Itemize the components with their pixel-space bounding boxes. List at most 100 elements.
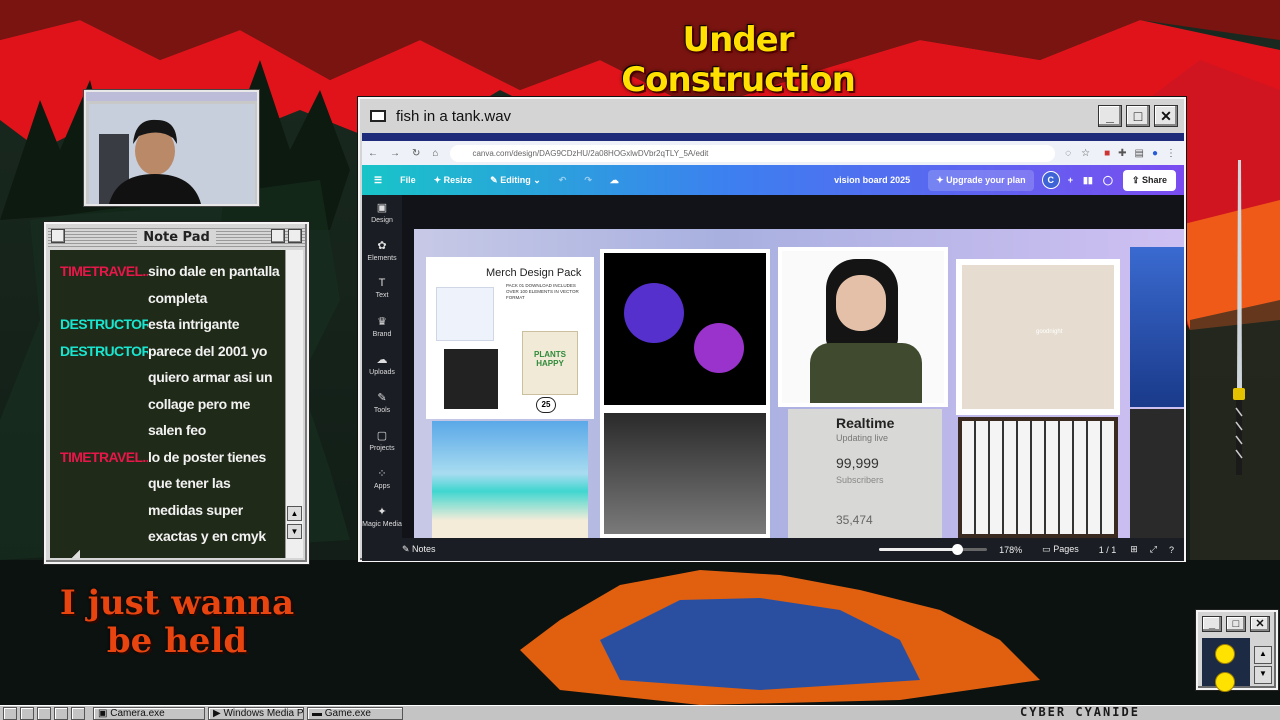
share-label: Share	[1141, 174, 1167, 185]
camera-window[interactable]	[84, 90, 259, 206]
resize-button[interactable]: ✦ Resize	[434, 175, 473, 186]
sidebar-item-brand[interactable]: ♛ Brand	[362, 309, 402, 347]
redo-icon[interactable]: ↷	[584, 175, 592, 186]
chat-username[interactable]: DESTRUCTOR...	[60, 311, 148, 338]
sidebar-item-elements[interactable]: ✿ Elements	[362, 233, 402, 271]
hamburger-menu-icon[interactable]: ☰	[374, 175, 382, 186]
editing-label: Editing	[500, 174, 531, 185]
chat-scrollbar[interactable]: ▲ ▼	[285, 250, 303, 558]
taskbar-camera[interactable]: ▣ Camera.exe	[93, 706, 205, 720]
plants-happy-text: PLANTS HAPPY	[534, 350, 566, 368]
taskbar-media-player[interactable]: ▶ Windows Media Pla	[208, 706, 304, 720]
chat-messages: TIMETRAVEL... sino dale en pantalla compl…	[60, 258, 286, 550]
camera-titlebar[interactable]	[86, 92, 257, 101]
widget-scroll-up-icon[interactable]: ▲	[1254, 646, 1272, 664]
taskbar-camera-label: Camera.exe	[110, 707, 165, 719]
comment-icon[interactable]: ◯	[1103, 175, 1113, 186]
reload-icon[interactable]: ↻	[412, 148, 420, 159]
browser-menu-icon[interactable]: ⋮	[1166, 148, 1176, 159]
document-title[interactable]: vision board 2025	[834, 175, 910, 185]
upgrade-plan-button[interactable]: ✦ Upgrade your plan	[928, 169, 1034, 191]
fullscreen-icon[interactable]: ⤢	[1150, 544, 1157, 555]
taskbar-game[interactable]: ▬ Game.exe	[307, 706, 403, 720]
chat-username[interactable]: DESTRUCTOR...	[60, 338, 148, 444]
minimize-button[interactable]: _	[1098, 105, 1122, 127]
sidebar-item-design[interactable]: ▣ Design	[362, 195, 402, 233]
chat-message: DESTRUCTOR...esta intrigante	[60, 311, 286, 338]
window-titlebar[interactable]: fish in a tank.wav _ □ ✕	[360, 99, 1184, 133]
sidebar-item-label: Elements	[367, 255, 397, 262]
sidebar-item-tools[interactable]: ✎ Tools	[362, 385, 402, 423]
sidebar-item-text[interactable]: T Text	[362, 271, 402, 309]
neon-shoes-image	[600, 249, 770, 409]
merch-design-card[interactable]: Merch Design Pack PACK 01 DOWNLOAD INCLU…	[426, 257, 594, 419]
taskbar-media-label: Windows Media Pla	[223, 707, 304, 719]
chat-username[interactable]: TIMETRAVEL...	[60, 444, 148, 550]
avatar[interactable]: C	[1041, 171, 1060, 189]
zoom-level[interactable]: 178%	[999, 545, 1022, 555]
home-icon[interactable]: ⌂	[432, 148, 438, 159]
system-menu-button[interactable]	[51, 229, 65, 243]
resize-grip-icon[interactable]	[60, 550, 80, 558]
sidebar-item-projects[interactable]: ▢ Projects	[362, 423, 402, 461]
tab-strip[interactable]	[362, 133, 1184, 141]
scroll-up-icon[interactable]: ▲	[287, 506, 302, 521]
start-icon[interactable]	[3, 706, 17, 720]
close-button[interactable]: ✕	[1154, 105, 1178, 127]
profile-icon[interactable]: ●	[1152, 148, 1158, 159]
note-pad-title: Note Pad	[137, 229, 216, 245]
beach-palm-image	[432, 421, 588, 538]
undo-icon[interactable]: ↶	[559, 175, 567, 186]
share-button[interactable]: ⇪ Share	[1122, 169, 1176, 191]
chat-message: DESTRUCTOR...parece del 2001 yo quiero a…	[60, 338, 286, 444]
grid-view-icon[interactable]: ⊞	[1130, 544, 1138, 555]
canvas-stage: Merch Design Pack PACK 01 DOWNLOAD INCLU…	[402, 195, 1184, 538]
browser-window[interactable]: fish in a tank.wav _ □ ✕ ← → ↻ ⌂ canva.c…	[358, 97, 1186, 562]
url-input[interactable]: canva.com/design/DAG9CDzHU/2a08HOGxlwDVb…	[450, 144, 1056, 162]
sidebar-item-apps[interactable]: ⁘ Apps	[362, 461, 402, 499]
ocean-image	[1130, 247, 1184, 407]
forward-icon[interactable]: →	[390, 148, 400, 159]
note-pad-titlebar[interactable]: Note Pad	[48, 226, 305, 248]
vision-board-canvas[interactable]: Merch Design Pack PACK 01 DOWNLOAD INCLU…	[414, 229, 1184, 538]
sidebar-item-uploads[interactable]: ☁ Uploads	[362, 347, 402, 385]
note-pad-window[interactable]: Note Pad TIMETRAVEL... sino dale en panta…	[44, 222, 309, 564]
widget-close-button[interactable]: ✕	[1250, 616, 1270, 632]
maximize-button[interactable]: □	[1126, 105, 1150, 127]
pages-button[interactable]: ▭ Pages	[1042, 544, 1079, 555]
sidebar-item-magic-media[interactable]: ✦ Magic Media	[362, 499, 402, 537]
quicklaunch-icon[interactable]	[37, 706, 51, 720]
insights-icon[interactable]: ▮▮	[1083, 175, 1093, 186]
window-icon	[370, 110, 386, 122]
chat-text: esta intrigante	[148, 316, 240, 332]
widget-scroll-down-icon[interactable]: ▼	[1254, 666, 1272, 684]
widget-maximize-button[interactable]: □	[1226, 616, 1246, 632]
widget-minimize-button[interactable]: _	[1202, 616, 1222, 632]
tools-icon: ✎	[377, 392, 387, 404]
quicklaunch-icon[interactable]	[20, 706, 34, 720]
canva-bottom-bar: ✎ Notes 178% ▭ Pages 1 / 1 ⊞ ⤢ ?	[362, 538, 1184, 561]
help-icon[interactable]: ?	[1169, 545, 1174, 555]
add-collaborator-icon[interactable]: +	[1068, 175, 1073, 185]
zoom-slider[interactable]	[879, 544, 988, 555]
eye-off-icon[interactable]: ◌	[1065, 148, 1071, 159]
bookmark-star-icon[interactable]: ☆	[1081, 148, 1090, 159]
extension-icon[interactable]: ■	[1104, 148, 1110, 159]
zoom-slider-handle[interactable]	[951, 544, 963, 555]
restore-button[interactable]	[271, 229, 285, 243]
scroll-down-icon[interactable]: ▼	[287, 524, 302, 539]
editing-dropdown[interactable]: ✎ Editing ⌄	[490, 175, 541, 186]
maximize-button[interactable]	[288, 229, 302, 243]
quicklaunch-icon[interactable]	[71, 706, 85, 720]
file-menu[interactable]: File	[400, 175, 416, 185]
sidebar-item-label: Projects	[369, 445, 395, 452]
media-widget-window[interactable]: _ □ ✕ ▲ ▼	[1196, 610, 1278, 692]
smiley-icon	[1215, 672, 1235, 692]
notes-button[interactable]: ✎ Notes	[402, 544, 436, 555]
cloud-saved-icon[interactable]: ☁	[610, 175, 619, 186]
chat-username[interactable]: TIMETRAVEL...	[60, 258, 148, 311]
quicklaunch-icon[interactable]	[54, 706, 68, 720]
extensions-puzzle-icon[interactable]: ✚	[1118, 148, 1126, 159]
back-icon[interactable]: ←	[368, 148, 378, 159]
sidepanel-icon[interactable]: ▤	[1135, 148, 1144, 159]
